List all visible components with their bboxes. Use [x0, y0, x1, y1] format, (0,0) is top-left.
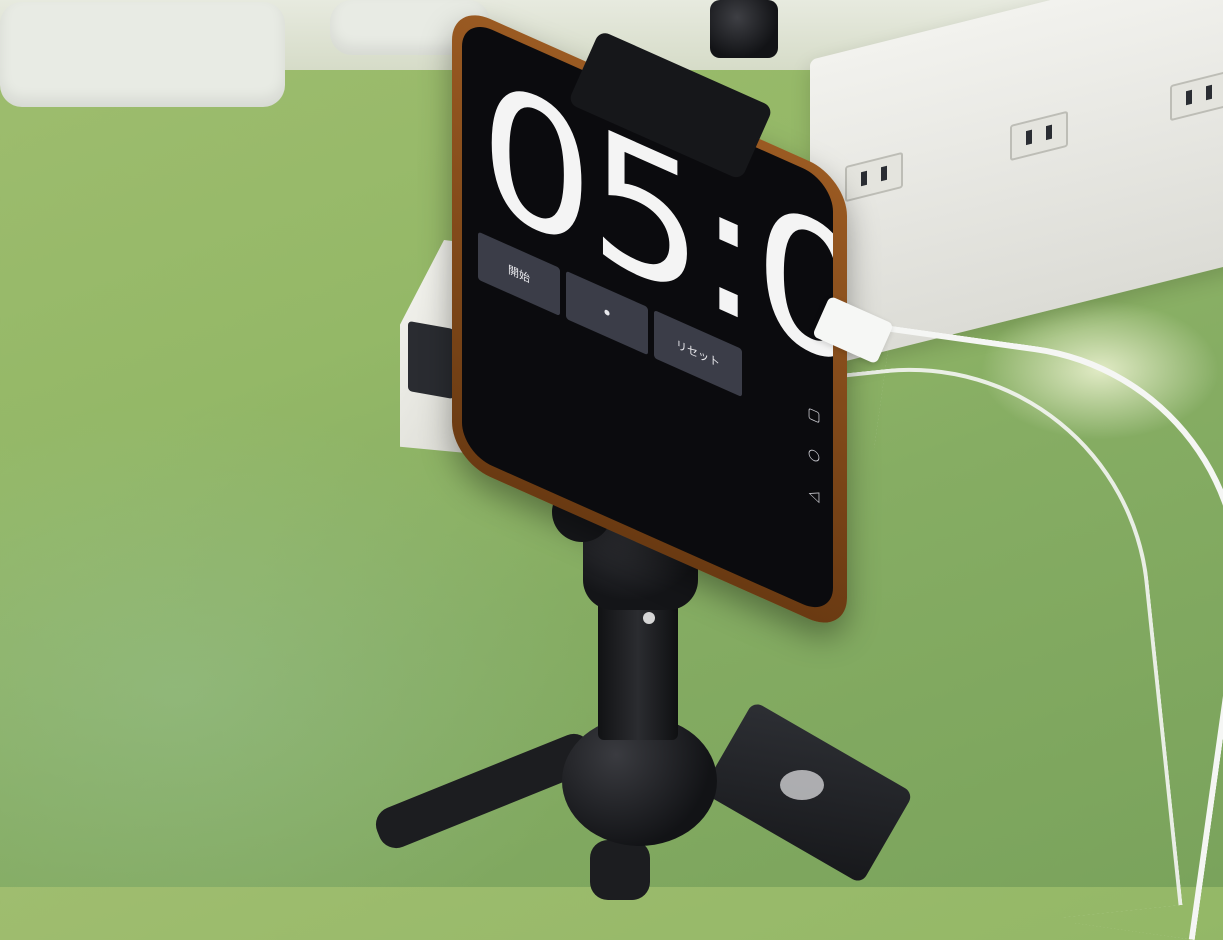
tripod-leg	[590, 840, 650, 900]
circle-icon[interactable]: ○	[808, 444, 820, 465]
pole-marker	[643, 612, 655, 624]
chair	[0, 2, 285, 107]
square-icon[interactable]: ▢	[807, 404, 820, 426]
tripod-pole	[598, 590, 678, 740]
outlet	[845, 151, 903, 203]
outlet	[1010, 110, 1068, 162]
outlet	[1170, 70, 1223, 122]
clamp-knob	[710, 0, 778, 58]
speaker-switch	[408, 320, 454, 400]
remote-button	[780, 770, 824, 800]
triangle-icon[interactable]: ◁	[809, 485, 820, 506]
nav-bar: ▢ ○ ◁	[803, 402, 825, 508]
